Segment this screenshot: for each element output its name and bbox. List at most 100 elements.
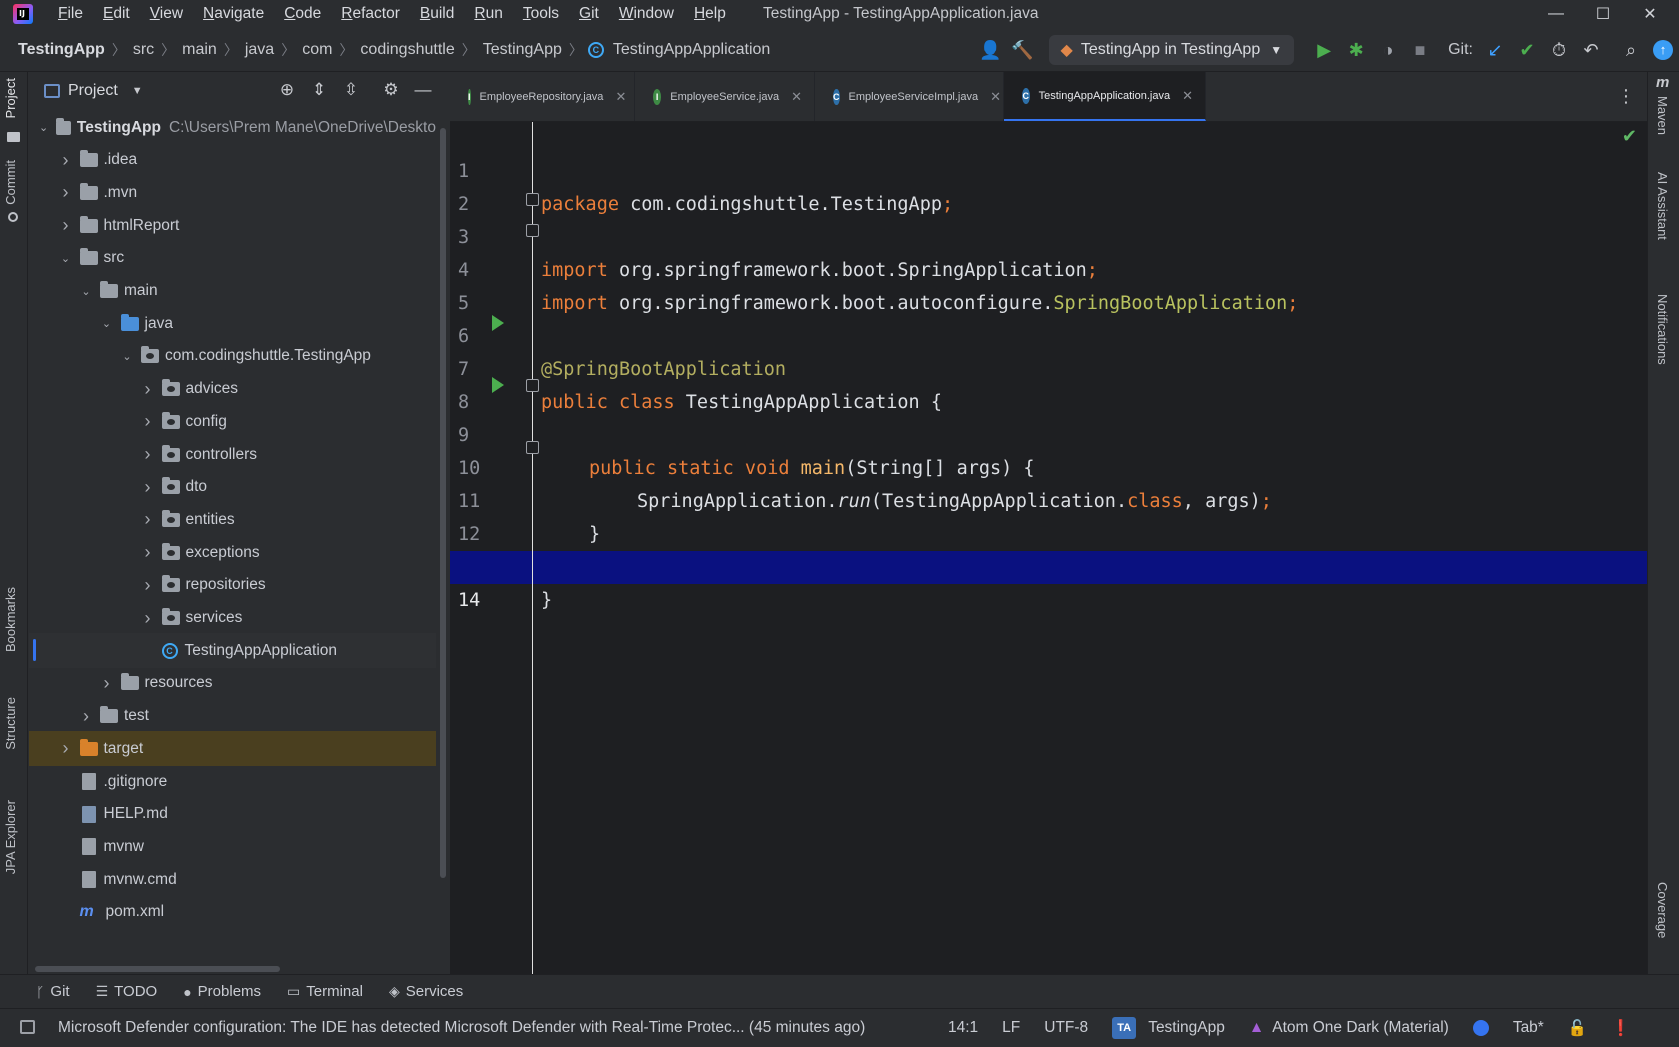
menu-edit[interactable]: Edit <box>93 0 140 28</box>
fold-marker-icon[interactable] <box>526 379 539 392</box>
tree-item[interactable]: ⌄ src <box>29 241 436 276</box>
intellij-logo-icon[interactable]: IJ <box>13 4 33 24</box>
tree-item[interactable]: › advices <box>29 372 436 407</box>
git-tool-button[interactable]: ᚴ Git <box>36 983 70 1000</box>
chevron-right-icon[interactable]: › <box>140 608 156 629</box>
line-separator[interactable]: LF <box>1002 1019 1020 1037</box>
run-gutter-icon[interactable] <box>492 315 504 331</box>
debug-icon[interactable]: ✱ <box>1340 34 1372 66</box>
tree-root-item[interactable]: ⌄ TestingApp C:\Users\Prem Mane\OneDrive… <box>29 110 436 145</box>
maven-tool-button[interactable]: Maven <box>1655 96 1670 135</box>
chevron-right-icon[interactable]: › <box>58 150 74 171</box>
theme-widget[interactable]: ▲ Atom One Dark (Material) <box>1249 1019 1449 1037</box>
breadcrumb-item[interactable]: main <box>180 41 219 59</box>
run-gutter-icon[interactable] <box>492 377 504 393</box>
tree-item[interactable]: › dto <box>29 470 436 505</box>
jpa-explorer-tool-button[interactable]: JPA Explorer <box>3 800 18 874</box>
gear-icon[interactable]: ⚙ <box>379 78 403 102</box>
breadcrumb-item[interactable]: java <box>243 41 276 59</box>
close-icon[interactable]: ✕ <box>1182 88 1193 104</box>
menu-tools[interactable]: Tools <box>513 0 569 28</box>
tree-item[interactable]: › services <box>29 601 436 636</box>
search-icon[interactable]: ⌕ <box>1615 34 1647 66</box>
tree-item[interactable]: › target <box>29 731 436 767</box>
chevron-right-icon[interactable]: › <box>140 379 156 400</box>
tree-item[interactable]: HELP.md <box>29 797 436 832</box>
tree-item[interactable]: › test <box>29 699 436 734</box>
chevron-right-icon[interactable]: › <box>140 444 156 465</box>
project-panel-title[interactable]: Project <box>68 82 118 100</box>
chevron-right-icon[interactable]: › <box>140 575 156 596</box>
chevron-down-icon[interactable]: ⌄ <box>37 121 50 134</box>
menu-build[interactable]: Build <box>410 0 464 28</box>
tree-item[interactable]: C TestingAppApplication <box>29 633 436 669</box>
tree-item[interactable]: › entities <box>29 502 436 537</box>
chevron-right-icon[interactable]: › <box>140 542 156 563</box>
fold-marker-icon[interactable] <box>526 224 539 237</box>
caret-position[interactable]: 14:1 <box>948 1019 978 1037</box>
menu-window[interactable]: Window <box>609 0 684 28</box>
close-icon[interactable]: ✕ <box>791 89 802 105</box>
bookmarks-tool-button[interactable]: Bookmarks <box>3 587 18 652</box>
notifications-tool-button[interactable]: Notifications <box>1655 294 1670 365</box>
tree-item[interactable]: mvnw.cmd <box>29 862 436 897</box>
close-icon[interactable]: ✕ <box>990 89 1001 105</box>
tab-employee-repository[interactable]: I EmployeeRepository.java ✕ <box>450 72 635 121</box>
user-icon[interactable]: 👤 <box>975 34 1007 66</box>
breadcrumb-item[interactable]: TestingApp <box>16 41 107 59</box>
history-icon[interactable]: ⏱ <box>1543 34 1575 66</box>
menu-help[interactable]: Help <box>684 0 736 28</box>
chevron-down-icon[interactable]: ⌄ <box>119 350 135 363</box>
file-encoding[interactable]: UTF-8 <box>1044 1019 1088 1037</box>
ai-status-icon[interactable] <box>1472 1020 1489 1036</box>
tree-item[interactable]: m pom.xml <box>29 895 436 930</box>
project-tool-icon[interactable] <box>7 132 20 142</box>
project-tool-button[interactable]: Project <box>3 78 18 118</box>
no-problems-check-icon[interactable]: ✔ <box>1622 126 1637 147</box>
locate-file-icon[interactable]: ⊕ <box>275 78 299 102</box>
run-icon[interactable]: ▶ <box>1308 34 1340 66</box>
menu-run[interactable]: Run <box>464 0 512 28</box>
fold-marker-icon[interactable] <box>526 193 539 206</box>
chevron-right-icon[interactable]: › <box>58 182 74 203</box>
run-configuration-selector[interactable]: ◆ TestingApp in TestingApp ▼ <box>1048 35 1295 65</box>
tool-window-toggle-icon[interactable] <box>20 1020 35 1034</box>
build-hammer-icon[interactable]: 🔨 <box>1007 34 1039 66</box>
run-with-coverage-icon[interactable]: ◑ <box>1372 34 1404 66</box>
collapse-all-icon[interactable]: ⇳ <box>339 78 363 102</box>
chevron-right-icon[interactable]: › <box>78 706 94 727</box>
event-log-icon[interactable]: ❗ <box>1611 1019 1630 1038</box>
chevron-down-icon[interactable]: ⌄ <box>99 317 115 330</box>
chevron-right-icon[interactable]: › <box>140 411 156 432</box>
structure-tool-button[interactable]: Structure <box>3 697 18 750</box>
status-message[interactable]: Microsoft Defender configuration: The ID… <box>58 1019 918 1037</box>
tree-item[interactable]: ⌄ com.codingshuttle.TestingApp <box>29 339 436 374</box>
tab-testing-app-application[interactable]: C TestingAppApplication.java ✕ <box>1004 72 1206 121</box>
tree-item[interactable]: › htmlReport <box>29 208 436 243</box>
problems-tool-button[interactable]: ● Problems <box>183 983 261 1000</box>
maximize-window-icon[interactable]: ☐ <box>1580 0 1626 28</box>
update-icon[interactable]: ↑ <box>1647 34 1679 66</box>
tree-item[interactable]: › exceptions <box>29 535 436 570</box>
tab-employee-service-impl[interactable]: C EmployeeServiceImpl.java ✕ <box>815 72 1004 121</box>
chevron-down-icon[interactable]: ⌄ <box>78 285 94 298</box>
project-widget[interactable]: TA TestingApp <box>1112 1017 1225 1039</box>
tree-item[interactable]: › resources <box>29 666 436 701</box>
menu-refactor[interactable]: Refactor <box>331 0 410 28</box>
breadcrumb-item[interactable]: TestingApp <box>481 41 564 59</box>
indent-setting[interactable]: Tab* <box>1513 1019 1544 1037</box>
breadcrumb-item[interactable]: TestingAppApplication <box>611 41 772 59</box>
tree-vertical-scrollbar[interactable] <box>440 128 446 878</box>
close-window-icon[interactable]: ✕ <box>1627 0 1673 28</box>
menu-code[interactable]: Code <box>274 0 331 28</box>
fold-marker-icon[interactable] <box>526 441 539 454</box>
stop-icon[interactable]: ■ <box>1404 34 1436 66</box>
tree-item[interactable]: .gitignore <box>29 764 436 799</box>
more-tabs-icon[interactable]: ⋮ <box>1617 86 1635 107</box>
tree-item[interactable]: mvnw <box>29 829 436 864</box>
ai-assistant-tool-button[interactable]: AI Assistant <box>1655 172 1670 240</box>
git-commit-icon[interactable]: ✔ <box>1511 34 1543 66</box>
menu-navigate[interactable]: Navigate <box>193 0 274 28</box>
chevron-down-icon[interactable]: ▼ <box>132 85 143 97</box>
breadcrumb-item[interactable]: src <box>131 41 156 59</box>
